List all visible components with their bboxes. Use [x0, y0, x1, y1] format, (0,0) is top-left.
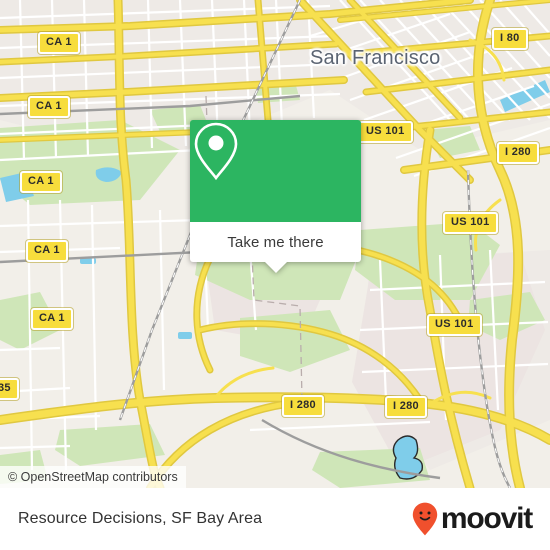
highway-shield: I 280: [385, 396, 427, 418]
page-footer: Resource Decisions, SF Bay Area moovit: [0, 488, 550, 550]
moovit-wordmark: moovit: [440, 502, 533, 535]
highway-shield: I 280: [282, 395, 324, 417]
take-me-there-label: Take me there: [227, 233, 324, 251]
popup-action-area[interactable]: Take me there: [190, 222, 361, 273]
location-popup-card[interactable]: Take me there: [190, 120, 361, 273]
attribution-text: © OpenStreetMap contributors: [8, 470, 178, 484]
popup-pointer-tail: [264, 262, 287, 273]
highway-shield: CA 1: [20, 171, 62, 193]
map-page: San Francisco CA 1 I 80 CA 1 US 101 I 28…: [0, 0, 550, 550]
moovit-logo[interactable]: moovit: [412, 502, 533, 536]
place-title: Resource Decisions, SF Bay Area: [18, 510, 263, 527]
highway-shield: US 101: [358, 121, 413, 143]
highway-shield: I 80: [492, 28, 528, 50]
highway-shield: CA 1: [31, 308, 73, 330]
highway-shield: US 101: [443, 212, 498, 234]
highway-shield: CA 1: [28, 96, 70, 118]
highway-shield: CA 1: [26, 240, 68, 262]
highway-shield: CA 1: [38, 32, 80, 54]
highway-shield: I 280: [497, 142, 539, 164]
popup-icon-area: [190, 120, 361, 222]
highway-shield: 35: [0, 378, 19, 400]
map-canvas[interactable]: San Francisco CA 1 I 80 CA 1 US 101 I 28…: [0, 0, 550, 488]
map-pin-icon: [194, 122, 238, 181]
moovit-smiley-pin-icon: [412, 502, 438, 536]
highway-shield: US 101: [427, 314, 482, 336]
map-attribution[interactable]: © OpenStreetMap contributors: [0, 466, 186, 488]
